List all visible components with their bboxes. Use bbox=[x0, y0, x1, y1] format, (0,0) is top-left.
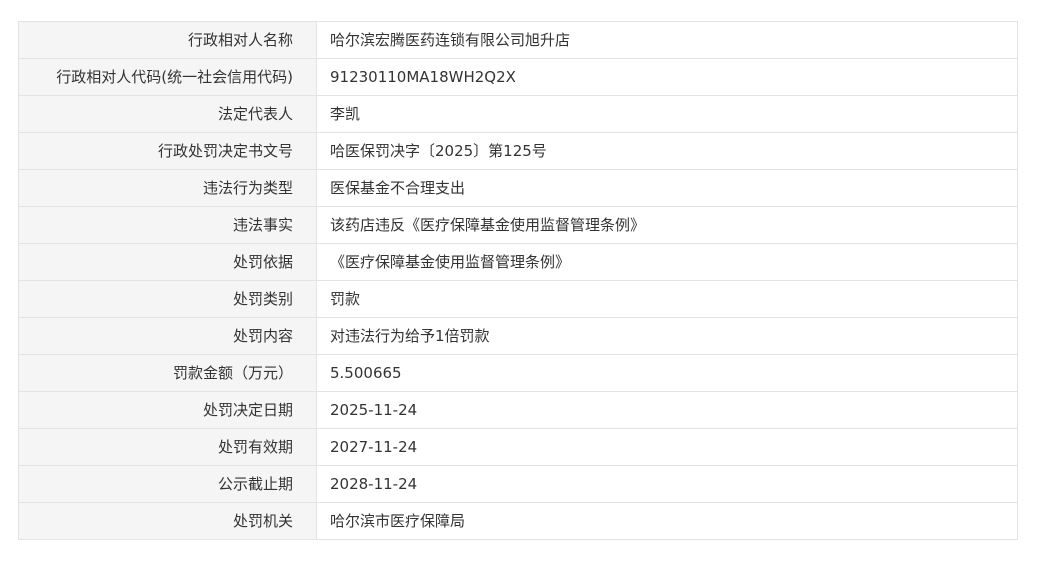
table-row-penalty-category: 处罚类别 罚款 bbox=[18, 280, 1018, 318]
validity-date-label: 处罚有效期 bbox=[18, 428, 317, 466]
penalty-content-label: 处罚内容 bbox=[18, 317, 317, 355]
table-row-validity-date: 处罚有效期 2027-11-24 bbox=[18, 428, 1018, 466]
validity-date-value: 2027-11-24 bbox=[316, 428, 1018, 466]
decision-date-value: 2025-11-24 bbox=[316, 391, 1018, 429]
table-row-violation-facts: 违法事实 该药店违反《医疗保障基金使用监督管理条例》 bbox=[18, 206, 1018, 244]
penalty-info-body: 行政相对人名称 哈尔滨宏腾医药连锁有限公司旭升店 行政相对人代码(统一社会信用代… bbox=[18, 21, 1018, 540]
table-row-credit-code: 行政相对人代码(统一社会信用代码) 91230110MA18WH2Q2X bbox=[18, 58, 1018, 96]
penalty-authority-value: 哈尔滨市医疗保障局 bbox=[316, 502, 1018, 540]
violation-facts-label: 违法事实 bbox=[18, 206, 317, 244]
penalty-category-value: 罚款 bbox=[316, 280, 1018, 318]
table-row-legal-representative: 法定代表人 李凯 bbox=[18, 95, 1018, 133]
table-row-party-name: 行政相对人名称 哈尔滨宏腾医药连锁有限公司旭升店 bbox=[18, 21, 1018, 59]
violation-facts-value: 该药店违反《医疗保障基金使用监督管理条例》 bbox=[316, 206, 1018, 244]
party-name-label: 行政相对人名称 bbox=[18, 21, 317, 59]
table-row-penalty-content: 处罚内容 对违法行为给予1倍罚款 bbox=[18, 317, 1018, 355]
table-row-penalty-authority: 处罚机关 哈尔滨市医疗保障局 bbox=[18, 502, 1018, 540]
legal-representative-label: 法定代表人 bbox=[18, 95, 317, 133]
publicity-deadline-value: 2028-11-24 bbox=[316, 465, 1018, 503]
legal-representative-value: 李凯 bbox=[316, 95, 1018, 133]
party-name-value: 哈尔滨宏腾医药连锁有限公司旭升店 bbox=[316, 21, 1018, 59]
table-row-fine-amount: 罚款金额（万元） 5.500665 bbox=[18, 354, 1018, 392]
table-row-decision-date: 处罚决定日期 2025-11-24 bbox=[18, 391, 1018, 429]
publicity-deadline-label: 公示截止期 bbox=[18, 465, 317, 503]
penalty-basis-label: 处罚依据 bbox=[18, 243, 317, 281]
violation-type-value: 医保基金不合理支出 bbox=[316, 169, 1018, 207]
table-row-decision-number: 行政处罚决定书文号 哈医保罚决字〔2025〕第125号 bbox=[18, 132, 1018, 170]
table-row-violation-type: 违法行为类型 医保基金不合理支出 bbox=[18, 169, 1018, 207]
violation-type-label: 违法行为类型 bbox=[18, 169, 317, 207]
fine-amount-label: 罚款金额（万元） bbox=[18, 354, 317, 392]
credit-code-value: 91230110MA18WH2Q2X bbox=[316, 58, 1018, 96]
fine-amount-value: 5.500665 bbox=[316, 354, 1018, 392]
decision-date-label: 处罚决定日期 bbox=[18, 391, 317, 429]
penalty-content-value: 对违法行为给予1倍罚款 bbox=[316, 317, 1018, 355]
penalty-authority-label: 处罚机关 bbox=[18, 502, 317, 540]
decision-number-value: 哈医保罚决字〔2025〕第125号 bbox=[316, 132, 1018, 170]
penalty-info-table: 行政相对人名称 哈尔滨宏腾医药连锁有限公司旭升店 行政相对人代码(统一社会信用代… bbox=[18, 21, 1018, 540]
penalty-basis-value: 《医疗保障基金使用监督管理条例》 bbox=[316, 243, 1018, 281]
table-row-penalty-basis: 处罚依据 《医疗保障基金使用监督管理条例》 bbox=[18, 243, 1018, 281]
table-row-publicity-deadline: 公示截止期 2028-11-24 bbox=[18, 465, 1018, 503]
penalty-category-label: 处罚类别 bbox=[18, 280, 317, 318]
credit-code-label: 行政相对人代码(统一社会信用代码) bbox=[18, 58, 317, 96]
decision-number-label: 行政处罚决定书文号 bbox=[18, 132, 317, 170]
